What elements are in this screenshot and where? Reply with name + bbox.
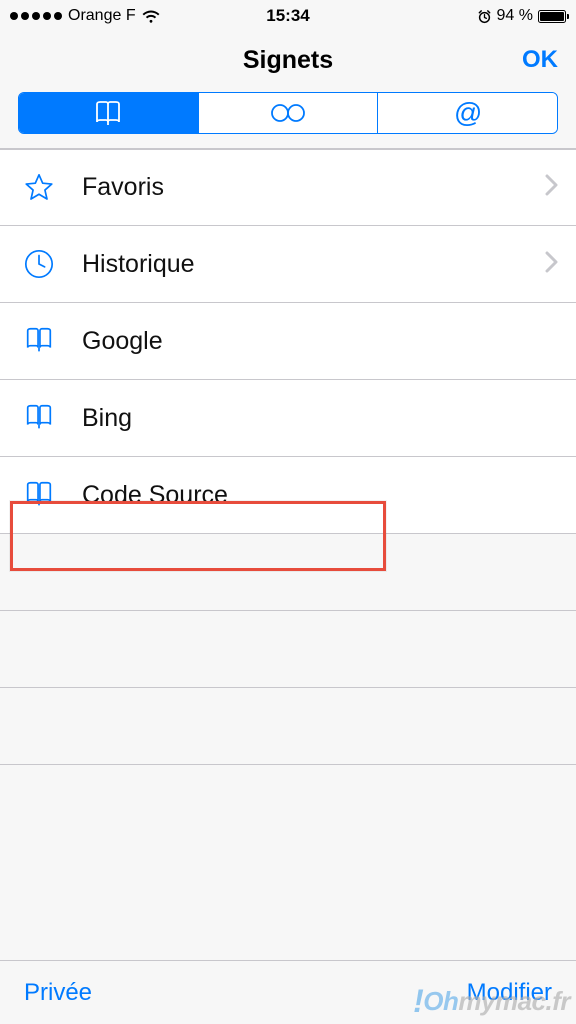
page-title: Signets — [243, 46, 333, 75]
list-item-label: Favoris — [82, 173, 164, 202]
empty-row — [0, 688, 576, 765]
battery-icon — [538, 10, 566, 23]
list-item-history[interactable]: Historique — [0, 226, 576, 303]
chevron-right-icon — [545, 249, 558, 280]
status-right: 94 % — [477, 7, 566, 25]
signal-dots-icon — [10, 12, 62, 20]
chevron-right-icon — [545, 172, 558, 203]
star-icon — [22, 171, 56, 205]
segmented-control-wrap: @ — [0, 88, 576, 149]
status-time: 15:34 — [266, 6, 309, 26]
segment-reading-list[interactable] — [199, 93, 379, 133]
empty-row — [0, 765, 576, 842]
list-item-label: Code Source — [82, 481, 228, 510]
status-bar: Orange F 15:34 94 % — [0, 0, 576, 32]
segmented-control: @ — [18, 92, 558, 134]
list-item-label: Bing — [82, 404, 132, 433]
bottom-toolbar: Privée Modifier — [0, 960, 576, 1024]
carrier-label: Orange F — [68, 7, 136, 25]
bookmark-icon — [22, 478, 56, 512]
empty-row — [0, 611, 576, 688]
bookmarks-list: Favoris Historique Google Bing Code Sour… — [0, 149, 576, 842]
done-button[interactable]: OK — [522, 46, 558, 74]
segment-bookmarks[interactable] — [19, 93, 199, 133]
status-left: Orange F — [10, 7, 160, 25]
empty-row — [0, 534, 576, 611]
book-open-icon — [93, 100, 123, 126]
segment-shared-links[interactable]: @ — [378, 93, 557, 133]
nav-header: Signets OK — [0, 32, 576, 88]
list-item-bing[interactable]: Bing — [0, 380, 576, 457]
clock-icon — [22, 247, 56, 281]
at-sign-icon: @ — [453, 97, 481, 129]
list-item-google[interactable]: Google — [0, 303, 576, 380]
edit-button[interactable]: Modifier — [467, 979, 552, 1007]
battery-percent: 94 % — [497, 7, 533, 25]
bookmark-icon — [22, 324, 56, 358]
alarm-icon — [477, 9, 492, 24]
list-item-label: Historique — [82, 250, 195, 279]
glasses-icon — [266, 102, 310, 124]
list-item-favorites[interactable]: Favoris — [0, 149, 576, 226]
list-item-label: Google — [82, 327, 163, 356]
list-item-code-source[interactable]: Code Source — [0, 457, 576, 534]
wifi-icon — [142, 9, 160, 23]
bookmark-icon — [22, 401, 56, 435]
private-button[interactable]: Privée — [24, 979, 92, 1007]
